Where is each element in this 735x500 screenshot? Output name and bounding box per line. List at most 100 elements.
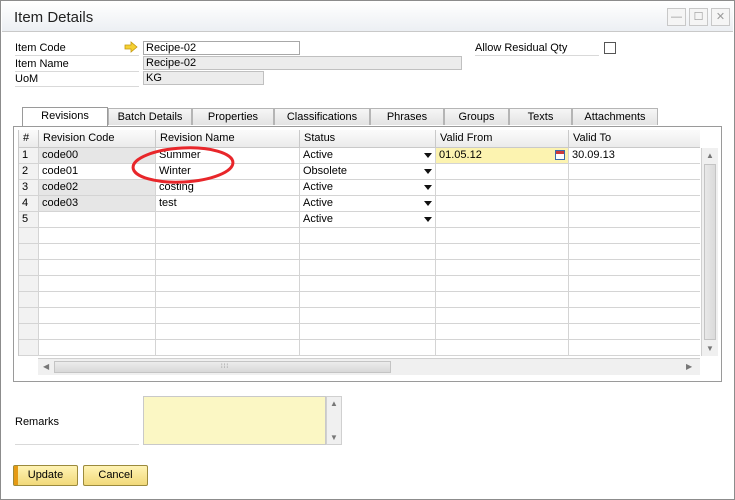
item-code-field[interactable]: Recipe-02 <box>143 41 300 55</box>
scroll-down-icon[interactable]: ▼ <box>706 344 714 353</box>
column-header-valid-to[interactable]: Valid To <box>569 130 700 148</box>
scrollbar-thumb[interactable]: ⁞⁞⁞ <box>54 361 391 373</box>
close-button[interactable]: ✕ <box>711 8 730 26</box>
tab-texts[interactable]: Texts <box>509 108 572 125</box>
empty-cell <box>39 260 156 276</box>
remarks-scrollbar[interactable]: ▲ ▼ <box>326 396 342 445</box>
empty-cell <box>300 244 436 260</box>
tab-batch-details[interactable]: Batch Details <box>108 108 192 125</box>
button-accent <box>14 466 18 485</box>
empty-cell <box>436 260 569 276</box>
scroll-down-icon[interactable]: ▼ <box>330 433 338 442</box>
empty-cell <box>569 324 700 340</box>
valid-to-cell[interactable] <box>569 164 700 180</box>
scroll-left-icon[interactable]: ◀ <box>43 362 49 371</box>
revision-name-cell[interactable]: Winter <box>156 164 300 180</box>
column-header-valid-from[interactable]: Valid From <box>436 130 569 148</box>
valid-from-cell[interactable] <box>436 212 569 228</box>
column-header-revision-code[interactable]: Revision Code <box>39 130 156 148</box>
tab-classifications[interactable]: Classifications <box>274 108 370 125</box>
status-dropdown[interactable]: Active <box>300 148 436 164</box>
empty-cell <box>569 244 700 260</box>
valid-to-cell[interactable] <box>569 196 700 212</box>
valid-to-cell[interactable] <box>569 180 700 196</box>
scrollbar-thumb[interactable] <box>704 164 716 340</box>
empty-cell <box>436 340 569 356</box>
update-button[interactable]: Update <box>13 465 78 486</box>
divider <box>15 444 139 445</box>
row-number[interactable]: 3 <box>19 180 39 196</box>
row-number[interactable]: 5 <box>19 212 39 228</box>
valid-from-cell[interactable] <box>436 180 569 196</box>
revision-code-cell[interactable]: code01 <box>39 164 156 180</box>
empty-row <box>19 324 39 340</box>
empty-cell <box>300 260 436 276</box>
revisions-grid: # Revision Code Revision Name Status Val… <box>18 130 700 356</box>
row-number[interactable]: 1 <box>19 148 39 164</box>
empty-cell <box>436 228 569 244</box>
maximize-button[interactable]: ☐ <box>689 8 708 26</box>
empty-row <box>19 260 39 276</box>
calendar-icon[interactable] <box>555 150 565 160</box>
empty-cell <box>436 244 569 260</box>
empty-cell <box>300 228 436 244</box>
empty-cell <box>300 324 436 340</box>
empty-cell <box>569 228 700 244</box>
scroll-up-icon[interactable]: ▲ <box>330 399 338 408</box>
column-header-number[interactable]: # <box>19 130 39 148</box>
valid-from-cell[interactable] <box>436 196 569 212</box>
dropdown-arrow-icon[interactable] <box>424 217 432 222</box>
dropdown-arrow-icon[interactable] <box>424 153 432 158</box>
tab-groups[interactable]: Groups <box>444 108 509 125</box>
tab-revisions[interactable]: Revisions <box>22 107 108 127</box>
vertical-scrollbar[interactable]: ▲ ▼ <box>701 148 718 356</box>
divider <box>15 86 139 87</box>
horizontal-scrollbar[interactable]: ◀ ⁞⁞⁞ ▶ <box>38 358 700 375</box>
revision-code-cell[interactable]: code03 <box>39 196 156 212</box>
valid-from-cell[interactable] <box>436 164 569 180</box>
valid-from-field[interactable]: 01.05.12 <box>436 148 569 164</box>
scroll-right-icon[interactable]: ▶ <box>686 362 692 371</box>
dropdown-arrow-icon[interactable] <box>424 169 432 174</box>
status-dropdown[interactable]: Active <box>300 212 436 228</box>
revision-name-cell[interactable]: Summer <box>156 148 300 164</box>
status-dropdown[interactable]: Obsolete <box>300 164 436 180</box>
scroll-up-icon[interactable]: ▲ <box>706 151 714 160</box>
grip-icon: ⁞⁞⁞ <box>221 364 230 370</box>
revision-code-cell[interactable]: code00 <box>39 148 156 164</box>
empty-cell <box>569 260 700 276</box>
column-header-status[interactable]: Status <box>300 130 436 148</box>
allow-residual-qty-checkbox[interactable] <box>604 42 616 54</box>
revision-code-cell[interactable]: code02 <box>39 180 156 196</box>
tab-properties[interactable]: Properties <box>192 108 274 125</box>
cancel-button[interactable]: Cancel <box>83 465 148 486</box>
empty-cell <box>156 292 300 308</box>
tab-attachments[interactable]: Attachments <box>572 108 658 125</box>
empty-cell <box>156 260 300 276</box>
tab-phrases[interactable]: Phrases <box>370 108 444 125</box>
empty-cell <box>300 308 436 324</box>
revision-code-cell[interactable] <box>39 212 156 228</box>
dropdown-arrow-icon[interactable] <box>424 201 432 206</box>
dropdown-arrow-icon[interactable] <box>424 185 432 190</box>
row-number[interactable]: 2 <box>19 164 39 180</box>
status-value: Obsolete <box>303 165 348 177</box>
valid-to-cell[interactable] <box>569 212 700 228</box>
link-arrow-icon[interactable] <box>124 41 138 53</box>
status-dropdown[interactable]: Active <box>300 196 436 212</box>
revision-name-cell[interactable]: test <box>156 196 300 212</box>
update-button-label: Update <box>27 469 64 481</box>
divider <box>15 55 139 56</box>
empty-cell <box>569 308 700 324</box>
window-title: Item Details <box>14 9 94 26</box>
revision-name-cell[interactable] <box>156 212 300 228</box>
column-header-revision-name[interactable]: Revision Name <box>156 130 300 148</box>
revision-name-cell[interactable]: costing <box>156 180 300 196</box>
row-number[interactable]: 4 <box>19 196 39 212</box>
status-dropdown[interactable]: Active <box>300 180 436 196</box>
empty-cell <box>569 276 700 292</box>
remarks-textarea[interactable] <box>143 396 326 445</box>
valid-to-cell[interactable]: 30.09.13 <box>569 148 700 164</box>
item-name-label: Item Name <box>15 58 69 70</box>
minimize-button[interactable]: — <box>667 8 686 26</box>
